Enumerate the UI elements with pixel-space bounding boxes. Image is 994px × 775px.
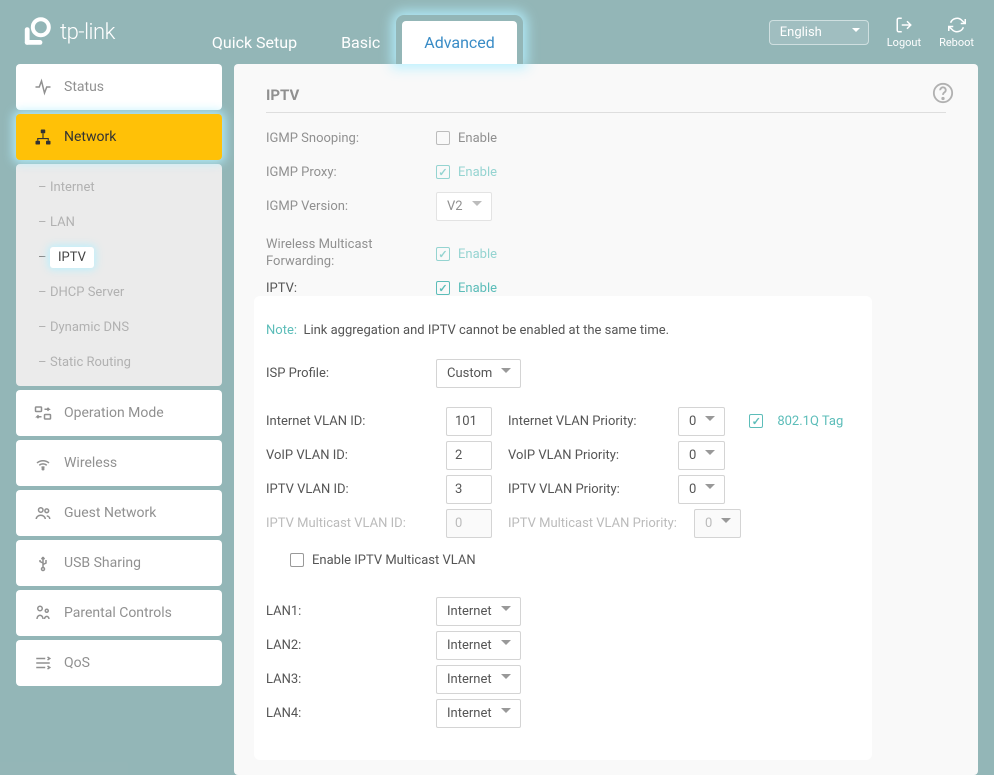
sidebar-item-guest-network[interactable]: Guest Network (16, 490, 222, 536)
lan2-select[interactable]: Internet (436, 638, 521, 653)
reboot-button[interactable]: Reboot (939, 16, 974, 49)
sidebar-item-status[interactable]: Status (16, 64, 222, 110)
internet-vlan-pri-select[interactable]: 0 (678, 414, 725, 429)
igmp-snooping-checkbox[interactable] (436, 131, 450, 145)
subnav-internet[interactable]: Internet (16, 170, 222, 205)
mcast-vlan-id-label: IPTV Multicast VLAN ID: (266, 516, 436, 531)
help-button[interactable] (932, 82, 954, 108)
brand-logo: tp-link (20, 16, 115, 48)
igmp-proxy-checkbox[interactable] (436, 165, 450, 179)
usb-icon (34, 554, 52, 572)
igmp-proxy-enable-text: Enable (458, 165, 497, 180)
network-subnav: Internet LAN IPTV DHCP Server Dynamic DN… (16, 164, 222, 386)
main-tabs: Quick Setup Basic Advanced (190, 0, 517, 64)
sidebar-item-parental[interactable]: Parental Controls (16, 590, 222, 636)
sidebar-item-network[interactable]: Network (16, 114, 222, 160)
sidebar-item-wireless[interactable]: Wireless (16, 440, 222, 486)
wifi-icon (34, 454, 52, 472)
subnav-lan[interactable]: LAN (16, 205, 222, 240)
lan1-select[interactable]: Internet (436, 604, 521, 619)
isp-profile-label: ISP Profile: (266, 366, 436, 381)
sidebar-item-usb-sharing[interactable]: USB Sharing (16, 540, 222, 586)
voip-vlan-id-input[interactable]: 2 (446, 441, 492, 470)
iptv-checkbox[interactable] (436, 281, 450, 295)
voip-vlan-pri-select[interactable]: 0 (678, 448, 725, 463)
igmp-proxy-label: IGMP Proxy: (266, 165, 436, 180)
mcast-vlan-pri-select: 0 (694, 516, 741, 531)
enable-mcast-label: Enable IPTV Multicast VLAN (312, 553, 476, 568)
lan3-select[interactable]: Internet (436, 672, 521, 687)
mcast-vlan-pri-label: IPTV Multicast VLAN Priority: (508, 516, 684, 531)
iptv-enable-text: Enable (458, 281, 497, 296)
subnav-static-routing[interactable]: Static Routing (16, 345, 222, 380)
iptv-vlan-id-label: IPTV VLAN ID: (266, 482, 436, 497)
mcast-vlan-id-input: 0 (446, 509, 492, 538)
iptv-enable-label: IPTV: (266, 281, 436, 296)
enable-mcast-checkbox[interactable] (290, 553, 304, 567)
sidebar: Status Network Internet LAN IPTV DHCP Se… (16, 64, 222, 775)
network-icon (34, 128, 52, 146)
sidebar-item-qos[interactable]: QoS (16, 640, 222, 686)
subnav-iptv[interactable]: IPTV (16, 240, 222, 275)
language-select[interactable]: English (769, 20, 869, 45)
wmf-enable-text: Enable (458, 247, 497, 262)
swap-icon (34, 404, 52, 422)
iptv-vlan-pri-label: IPTV VLAN Priority: (508, 482, 668, 497)
subnav-dhcp[interactable]: DHCP Server (16, 275, 222, 310)
lan3-label: LAN3: (266, 672, 436, 687)
header: tp-link Quick Setup Basic Advanced Engli… (0, 0, 994, 64)
internet-vlan-pri-label: Internet VLAN Priority: (508, 414, 668, 429)
igmp-snooping-enable-text: Enable (458, 131, 497, 146)
sidebar-item-operation-mode[interactable]: Operation Mode (16, 390, 222, 436)
iptv-vlan-id-input[interactable]: 3 (446, 475, 492, 504)
internet-vlan-id-label: Internet VLAN ID: (266, 414, 436, 429)
tplink-icon (20, 16, 52, 48)
logout-button[interactable]: Logout (887, 16, 921, 49)
wmf-label: Wireless Multicast Forwarding: (266, 237, 436, 271)
iptv-vlan-pri-select[interactable]: 0 (678, 482, 725, 497)
isp-profile-select[interactable]: Custom (436, 366, 521, 381)
note-text: Note: Link aggregation and IPTV cannot b… (266, 323, 946, 338)
users-icon (34, 504, 52, 522)
tag-label: 802.1Q Tag (777, 414, 843, 429)
brand-text: tp-link (60, 20, 115, 45)
lan2-label: LAN2: (266, 638, 436, 653)
igmp-version-select[interactable]: V2 (436, 199, 492, 214)
lan1-label: LAN1: (266, 604, 436, 619)
content-panel: IPTV IGMP Snooping: Enable IGMP Proxy: E… (234, 64, 978, 775)
help-icon (932, 82, 954, 104)
tag-checkbox[interactable] (749, 414, 763, 428)
reboot-icon (948, 16, 966, 34)
tab-advanced[interactable]: Advanced (402, 21, 517, 64)
wmf-checkbox[interactable] (436, 247, 450, 261)
qos-icon (34, 654, 52, 672)
lan4-label: LAN4: (266, 706, 436, 721)
tab-quick-setup[interactable]: Quick Setup (190, 21, 319, 64)
page-title: IPTV (266, 86, 946, 113)
igmp-snooping-label: IGMP Snooping: (266, 131, 436, 146)
subnav-ddns[interactable]: Dynamic DNS (16, 310, 222, 345)
igmp-version-label: IGMP Version: (266, 199, 436, 214)
lan4-select[interactable]: Internet (436, 706, 521, 721)
voip-vlan-id-label: VoIP VLAN ID: (266, 448, 436, 463)
tab-basic[interactable]: Basic (319, 21, 402, 64)
logout-icon (895, 16, 913, 34)
activity-icon (34, 78, 52, 96)
parental-icon (34, 604, 52, 622)
voip-vlan-pri-label: VoIP VLAN Priority: (508, 448, 668, 463)
internet-vlan-id-input[interactable]: 101 (446, 407, 492, 436)
